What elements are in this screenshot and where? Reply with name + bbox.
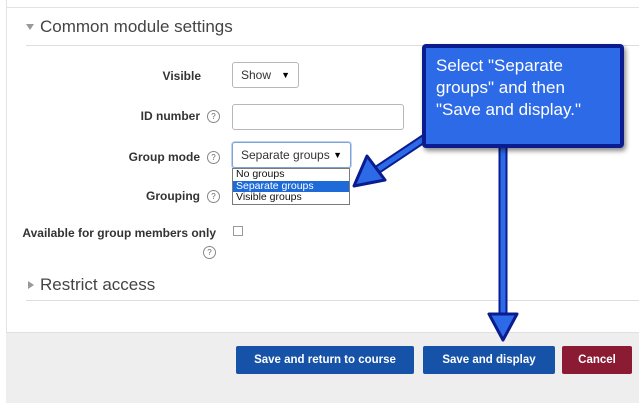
arrow-to-save-head bbox=[487, 312, 519, 342]
instruction-callout: Select "Separate groups" and then "Save … bbox=[422, 44, 624, 148]
callout-line: Select "Separate bbox=[436, 56, 564, 75]
callout-line: "Save and display." bbox=[436, 100, 582, 119]
callout-line: groups" and then bbox=[436, 78, 565, 97]
